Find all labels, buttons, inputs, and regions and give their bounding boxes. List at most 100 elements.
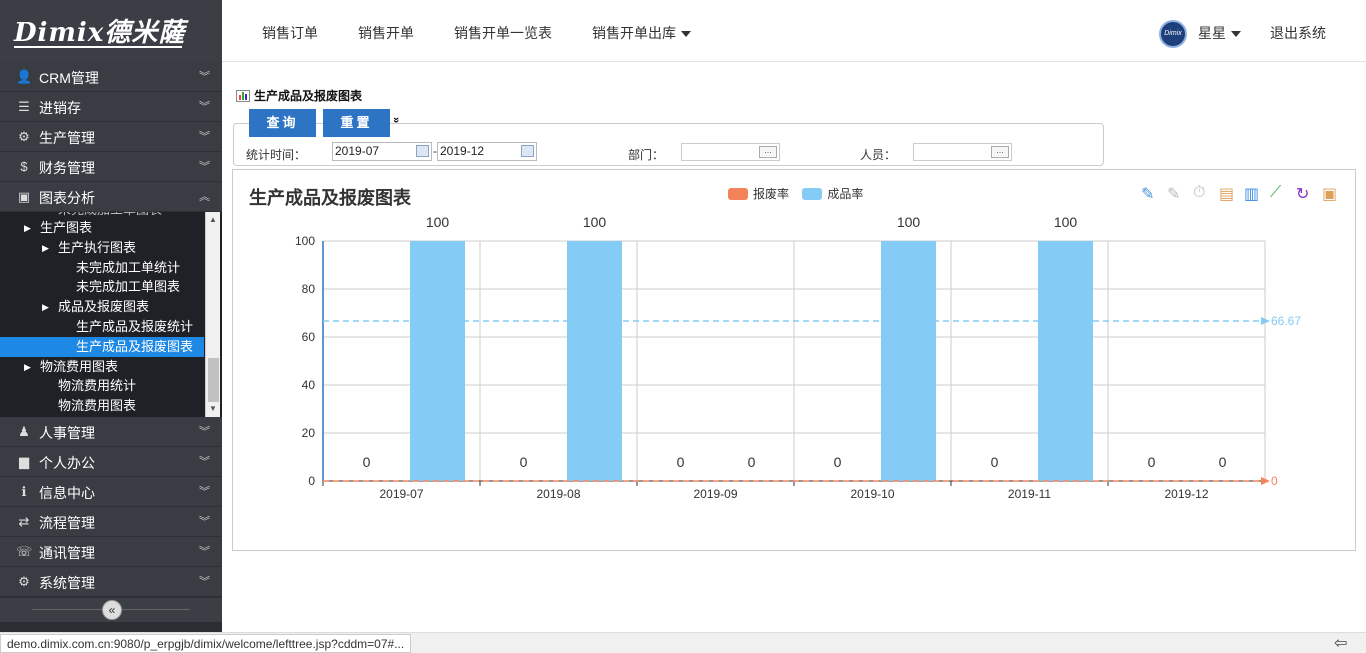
sidebar-menu-bottom-4[interactable]: ☏ 通讯管理 ︾ [0, 537, 222, 567]
chevron-down-icon: ︾ [199, 546, 210, 558]
sidebar-menu-top-2[interactable]: ⚙ 生产管理 ︾ [0, 122, 222, 152]
caret-right-icon[interactable]: ▶ [24, 357, 31, 377]
logo: Dimix德米薩 [0, 0, 222, 62]
mark-line-label: 0 [1271, 474, 1278, 488]
scroll-up-icon[interactable]: ▲ [209, 215, 217, 224]
x-tick-label: 2019-11 [1008, 487, 1051, 501]
chevron-down-icon: ︾ [199, 516, 210, 528]
data-label: 0 [1148, 454, 1156, 470]
tree-item[interactable]: 物流费用统计 [0, 376, 204, 396]
caret-right-icon[interactable]: ▶ [24, 218, 31, 238]
top-navbar: 销售订单 销售开单 销售开单一览表 销售开单出库 Dimix 星星 退出系统 [222, 0, 1366, 62]
logo-underline [14, 46, 182, 48]
sidebar-menu-top-1[interactable]: ☰ 进销存 ︾ [0, 92, 222, 122]
sidebar-menu-bottom-1[interactable]: ▆ 个人办公 ︾ [0, 447, 222, 477]
person-picker-button[interactable]: … [991, 146, 1009, 158]
dept-picker-button[interactable]: … [759, 146, 777, 158]
data-label: 0 [834, 454, 842, 470]
user-menu[interactable]: 星星 [1198, 23, 1241, 43]
sidebar-menu-bottom-0[interactable]: ♟ 人事管理 ︾ [0, 417, 222, 447]
sidebar-menu-top-0[interactable]: 👤 CRM管理 ︾ [0, 62, 222, 92]
dept-input[interactable]: … [681, 143, 780, 161]
date-from-value: 2019-07 [335, 144, 380, 158]
x-tick-label: 2019-12 [1164, 487, 1208, 501]
data-label: 0 [1219, 454, 1227, 470]
people-icon: ♟ [18, 424, 30, 439]
nav-sales-invoice[interactable]: 销售开单 [358, 23, 414, 43]
back-icon[interactable]: ⇦ [1334, 633, 1347, 653]
date-from-input[interactable]: 2019-07 [332, 142, 432, 161]
sidebar-menu-bottom-5[interactable]: ⚙ 系统管理 ︾ [0, 567, 222, 597]
tree-item[interactable]: 生产成品及报废统计 [0, 317, 204, 337]
list-icon: ☰ [18, 99, 30, 114]
calendar-icon[interactable] [521, 145, 534, 157]
chevron-down-icon: ︾ [199, 131, 210, 143]
page-title: 生产成品及报废图表 [236, 87, 362, 104]
sidebar-menu-top-4[interactable]: ▣ 图表分析 ︽ [0, 182, 222, 212]
tree-item[interactable]: 未完成加工单统计 [0, 258, 204, 278]
sidebar-menu-top-3[interactable]: $ 财务管理 ︾ [0, 152, 222, 182]
tree-item-label: 未完成加工单图表 [76, 279, 181, 295]
tree-item[interactable]: 未完成加工单图表 [0, 277, 204, 297]
picture-icon: ▣ [17, 189, 31, 204]
bar-yield [567, 241, 622, 481]
bar-yield [1038, 241, 1093, 481]
info-icon: ℹ [21, 484, 27, 499]
main-content: 生产成品及报废图表 查询 重置 » 统计时间： 2019-07 - 2019-1… [222, 62, 1366, 632]
calendar-icon[interactable] [416, 145, 429, 157]
sidebar-menu-label: 生产管理 [39, 130, 95, 146]
avatar[interactable]: Dimix [1159, 20, 1187, 48]
tree-scrollbar[interactable]: ▲ ▼ [205, 212, 220, 417]
comments-icon: ☏ [16, 544, 33, 559]
date-to-input[interactable]: 2019-12 [437, 142, 537, 161]
tree-item[interactable]: 生产成品及报废图表 [0, 336, 204, 357]
person-input[interactable]: … [913, 143, 1012, 161]
tree-item-label: 未完成加工单统计 [76, 259, 181, 275]
chart-panel: 生产成品及报废图表 报废率 成品率 ✎ ✎ ⏱ ▤ ▥ ⟋ ↻ ▣ 0 20 40 6… [232, 169, 1356, 551]
tree-item[interactable]: ▶ 物流费用图表 [0, 357, 204, 377]
sidebar-menu-bottom-3[interactable]: ⇄ 流程管理 ︾ [0, 507, 222, 537]
nav-sales-invoice-list[interactable]: 销售开单一览表 [454, 23, 552, 43]
user-icon: 👤 [16, 69, 33, 84]
tree-item[interactable]: ▶ 生产图表 [0, 218, 204, 238]
sidebar-menu-label: 系统管理 [39, 575, 95, 591]
tree-item[interactable]: ▶ 生产执行图表 [0, 238, 204, 258]
sidebar-menu-bottom-2[interactable]: ℹ 信息中心 ︾ [0, 477, 222, 507]
expand-filters-icon[interactable]: » [390, 114, 403, 126]
tree-item[interactable]: 物流费用图表 [0, 396, 204, 416]
date-to-value: 2019-12 [440, 144, 485, 158]
query-button[interactable]: 查询 [249, 109, 316, 137]
caret-down-icon [681, 31, 691, 38]
status-url: demo.dimix.com.cn:9080/p_erpgjb/dimix/we… [0, 634, 412, 653]
tree-item-label: 物流费用统计 [58, 378, 137, 394]
chart-icon [236, 90, 250, 102]
scroll-down-icon[interactable]: ▼ [209, 404, 217, 413]
expand-glyph: » [390, 116, 403, 124]
chart-analysis-tree: 未完成加工单图表▶生产图表▶生产执行图表未完成加工单统计未完成加工单图表▶成品及… [0, 212, 222, 417]
chevron-up-icon: ︽ [199, 191, 210, 203]
tree-item[interactable]: ▶ 成品及报废图表 [0, 297, 204, 317]
reset-button[interactable]: 重置 [323, 109, 390, 137]
chevron-down-icon: ︾ [199, 71, 210, 83]
x-tick-label: 2019-07 [379, 487, 423, 501]
scroll-thumb[interactable] [208, 358, 219, 402]
mark-line-label: 66.67 [1271, 314, 1301, 328]
nav-sales-order[interactable]: 销售订单 [262, 23, 318, 43]
sidebar-collapse-bar: « [0, 598, 222, 622]
collapse-sidebar-button[interactable]: « [102, 600, 122, 620]
x-tick-label: 2019-10 [850, 487, 894, 501]
sidebar: Dimix德米薩 未完成加工单图表▶生产图表▶生产执行图表未完成加工单统计未完成… [0, 0, 222, 653]
x-tick-label: 2019-08 [536, 487, 580, 501]
y-tick-label: 0 [308, 474, 315, 488]
tree-item-label: 生产执行图表 [58, 239, 137, 255]
caret-right-icon[interactable]: ▶ [42, 238, 49, 258]
nav-sales-outbound[interactable]: 销售开单出库 [592, 23, 691, 43]
sidebar-menu-label: 流程管理 [39, 515, 95, 531]
caret-right-icon[interactable]: ▶ [42, 297, 49, 317]
chevron-down-icon: ︾ [199, 576, 210, 588]
gear-icon: ⚙ [18, 574, 30, 589]
chevron-down-icon: ︾ [199, 161, 210, 173]
logout-link[interactable]: 退出系统 [1270, 23, 1326, 43]
bar-chart: 0 20 40 60 80 100 2019-07 0 100 2019-08 0 100 2019-0… [295, 214, 1301, 501]
dept-label: 部门： [628, 148, 665, 162]
